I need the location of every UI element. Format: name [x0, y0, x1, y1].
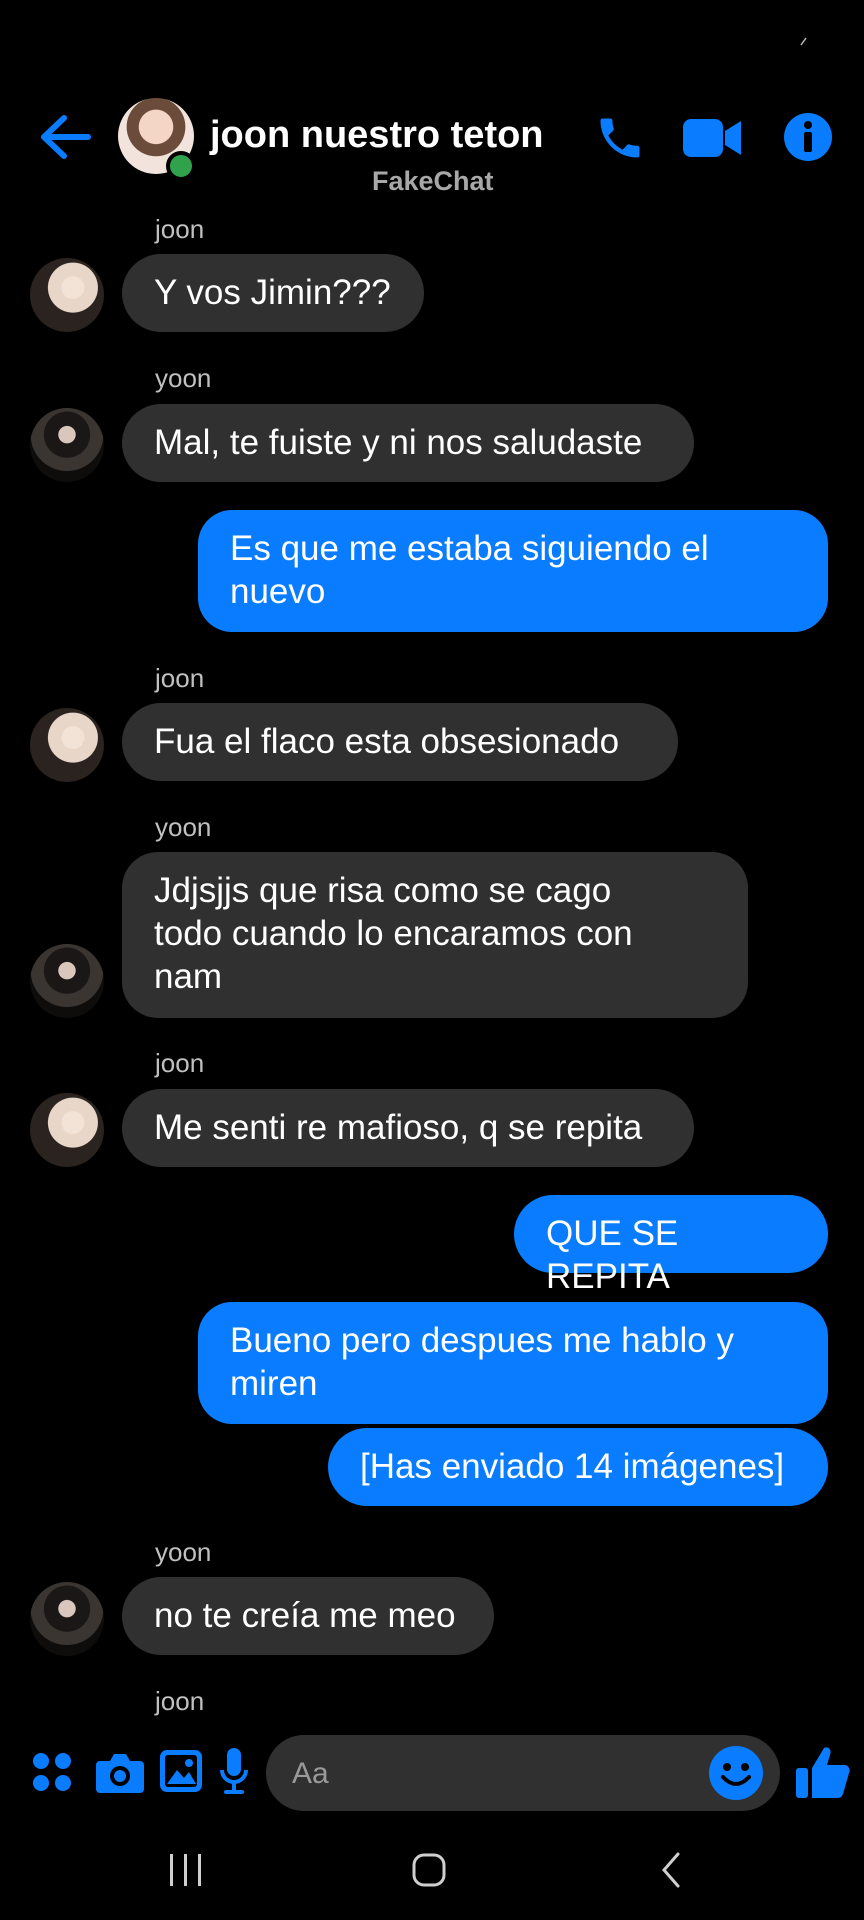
message-bubble[interactable]: [Has enviado 14 imágenes] — [328, 1428, 828, 1506]
chat-subtitle: FakeChat — [372, 166, 494, 196]
thumbs-up-icon[interactable] — [796, 1744, 850, 1800]
message-text: no te creía me meo — [154, 1596, 456, 1635]
message-text: Me senti re mafioso, q se repita — [154, 1108, 643, 1147]
message-text-line: miren — [230, 1364, 318, 1403]
phone-icon[interactable] — [594, 112, 646, 164]
message-text-line: Bueno pero despues me hablo y — [230, 1321, 734, 1360]
sender-avatar[interactable] — [30, 1093, 104, 1167]
message-text-line: Jdjsjjs que risa como se cago — [154, 871, 612, 910]
message-bubble[interactable]: Mal, te fuiste y ni nos saludaste — [122, 404, 694, 482]
sender-avatar[interactable] — [30, 944, 104, 1018]
message-text-line: Es que me estaba siguiendo el — [230, 529, 709, 568]
home-icon[interactable] — [411, 1850, 447, 1890]
arrow-left-icon[interactable] — [36, 112, 92, 162]
message-input[interactable]: Aa — [266, 1735, 780, 1811]
recents-icon[interactable] — [168, 1850, 204, 1890]
message-bubble[interactable]: QUE SE REPITA — [514, 1195, 828, 1296]
sender-avatar[interactable] — [30, 258, 104, 332]
sender-avatar[interactable] — [30, 1582, 104, 1656]
message-bubble[interactable]: Fua el flaco esta obsesionado — [122, 703, 678, 781]
message-text: Y vos Jimin??? — [154, 273, 391, 312]
online-status-dot — [166, 151, 196, 181]
message-text-line: todo cuando lo encaramos con — [154, 914, 633, 953]
info-icon[interactable] — [783, 112, 833, 162]
chevron-left-icon[interactable] — [656, 1850, 686, 1890]
sender-avatar[interactable] — [30, 708, 104, 782]
status-indicator-icon — [800, 37, 807, 46]
sender-name: joon — [155, 663, 205, 693]
message-text: Fua el flaco esta obsesionado — [154, 722, 620, 761]
chat-title[interactable]: joon nuestro teton — [210, 114, 544, 157]
message-bubble[interactable]: no te creía me meo — [122, 1577, 494, 1655]
sender-name: yoon — [155, 812, 212, 842]
message-text-line: nuevo — [230, 572, 326, 611]
sender-name: yoon — [155, 363, 212, 393]
sender-name: joon — [155, 1686, 205, 1716]
smiley-icon[interactable] — [708, 1745, 764, 1801]
sender-name: joon — [155, 1048, 205, 1078]
four-dots-icon[interactable] — [32, 1752, 72, 1792]
message-text: [Has enviado 14 imágenes] — [360, 1447, 785, 1486]
microphone-icon[interactable] — [219, 1748, 249, 1796]
message-bubble[interactable]: Me senti re mafioso, q se repita — [122, 1089, 694, 1167]
message-text-line: nam — [154, 957, 223, 996]
message-bubble[interactable]: Jdjsjjs que risa como se cago todo cuand… — [122, 852, 748, 1018]
message-bubble[interactable]: Bueno pero despues me hablo y miren — [198, 1302, 828, 1424]
message-input-placeholder: Aa — [292, 1757, 329, 1790]
video-camera-icon[interactable] — [683, 117, 741, 159]
sender-avatar[interactable] — [30, 408, 104, 482]
sender-name: joon — [155, 214, 205, 244]
message-bubble[interactable]: Y vos Jimin??? — [122, 254, 424, 332]
sender-name: yoon — [155, 1537, 212, 1567]
image-icon[interactable] — [160, 1750, 202, 1792]
message-text: Mal, te fuiste y ni nos saludaste — [154, 423, 643, 462]
camera-icon[interactable] — [96, 1751, 144, 1793]
message-text: QUE SE REPITA — [546, 1214, 679, 1296]
message-bubble[interactable]: Es que me estaba siguiendo el nuevo — [198, 510, 828, 632]
